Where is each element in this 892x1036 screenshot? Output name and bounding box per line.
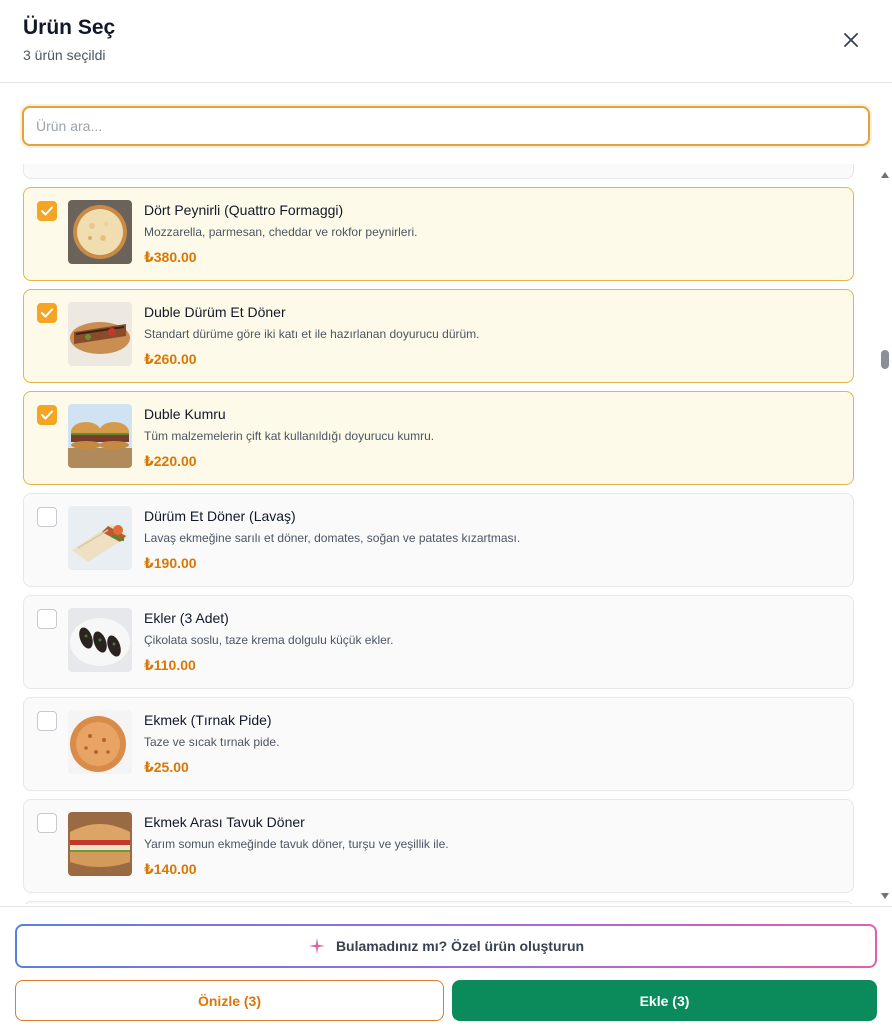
product-image-wrap bbox=[68, 506, 132, 570]
product-description: Yarım somun ekmeğinde tavuk döner, turşu… bbox=[144, 837, 449, 851]
list-item-partial[interactable] bbox=[23, 164, 854, 179]
product-name: Ekmek Arası Tavuk Döner bbox=[144, 814, 305, 830]
product-description: Mozzarella, parmesan, cheddar ve rokfor … bbox=[144, 225, 418, 239]
create-custom-product-inner: Bulamadınız mı? Özel ürün oluşturun bbox=[17, 926, 875, 966]
create-custom-product-button[interactable]: Bulamadınız mı? Özel ürün oluşturun bbox=[15, 924, 877, 968]
product-name: Duble Kumru bbox=[144, 406, 226, 422]
product-image-sandwich bbox=[68, 404, 132, 468]
add-button[interactable]: Ekle (3) bbox=[452, 980, 877, 1021]
product-image-eclair bbox=[68, 608, 132, 672]
check-icon bbox=[41, 308, 53, 318]
search-box bbox=[22, 106, 870, 146]
product-image-pizza bbox=[68, 200, 132, 264]
product-description: Tüm malzemelerin çift kat kullanıldığı d… bbox=[144, 429, 435, 443]
product-checkbox-4[interactable] bbox=[37, 609, 57, 629]
product-name: Duble Dürüm Et Döner bbox=[144, 304, 286, 320]
product-card-0[interactable]: Dört Peynirli (Quattro Formaggi) Mozzare… bbox=[23, 187, 854, 281]
product-image-sandwich bbox=[68, 812, 132, 876]
product-name: Dürüm Et Döner (Lavaş) bbox=[144, 508, 296, 524]
product-checkbox-2[interactable] bbox=[37, 405, 57, 425]
dialog-footer: Bulamadınız mı? Özel ürün oluşturun Öniz… bbox=[0, 906, 892, 1036]
product-name: Ekler (3 Adet) bbox=[144, 610, 229, 626]
product-description: Lavaş ekmeğine sarılı et döner, domates,… bbox=[144, 531, 521, 545]
product-name: Dört Peynirli (Quattro Formaggi) bbox=[144, 202, 344, 218]
search-input[interactable] bbox=[24, 108, 868, 144]
product-list[interactable]: Dört Peynirli (Quattro Formaggi) Mozzare… bbox=[0, 164, 892, 904]
product-price: ₺140.00 bbox=[144, 861, 197, 877]
product-image-wrap bbox=[68, 302, 132, 366]
product-price: ₺380.00 bbox=[144, 249, 197, 265]
list-scrollbar[interactable] bbox=[878, 172, 892, 904]
product-card-3[interactable]: Dürüm Et Döner (Lavaş) Lavaş ekmeğine sa… bbox=[23, 493, 854, 587]
check-icon bbox=[41, 410, 53, 420]
product-price: ₺220.00 bbox=[144, 453, 197, 469]
selection-count: 3 ürün seçildi bbox=[23, 47, 106, 63]
product-checkbox-0[interactable] bbox=[37, 201, 57, 221]
scroll-up-arrow-icon[interactable] bbox=[881, 172, 889, 178]
close-icon bbox=[844, 33, 858, 47]
product-card-1[interactable]: Duble Dürüm Et Döner Standart dürüme gör… bbox=[23, 289, 854, 383]
sparkle-icon bbox=[308, 938, 325, 954]
check-icon bbox=[41, 206, 53, 216]
product-card-6[interactable]: Ekmek Arası Tavuk Döner Yarım somun ekme… bbox=[23, 799, 854, 893]
product-checkbox-3[interactable] bbox=[37, 507, 57, 527]
product-description: Çikolata soslu, taze krema dolgulu küçük… bbox=[144, 633, 394, 647]
list-item-partial[interactable] bbox=[23, 901, 854, 904]
dialog-header: Ürün Seç 3 ürün seçildi bbox=[0, 0, 892, 83]
dialog-title: Ürün Seç bbox=[23, 16, 116, 39]
product-price: ₺260.00 bbox=[144, 351, 197, 367]
product-price: ₺25.00 bbox=[144, 759, 189, 775]
product-checkbox-6[interactable] bbox=[37, 813, 57, 833]
create-custom-product-label: Bulamadınız mı? Özel ürün oluşturun bbox=[335, 938, 585, 954]
product-card-2[interactable]: Duble Kumru Tüm malzemelerin çift kat ku… bbox=[23, 391, 854, 485]
product-price: ₺110.00 bbox=[144, 657, 196, 673]
product-checkbox-1[interactable] bbox=[37, 303, 57, 323]
product-description: Standart dürüme göre iki katı et ile haz… bbox=[144, 327, 480, 341]
product-checkbox-5[interactable] bbox=[37, 711, 57, 731]
product-description: Taze ve sıcak tırnak pide. bbox=[144, 735, 280, 749]
scroll-down-arrow-icon[interactable] bbox=[881, 893, 889, 899]
product-name: Ekmek (Tırnak Pide) bbox=[144, 712, 272, 728]
product-card-4[interactable]: Ekler (3 Adet) Çikolata soslu, taze krem… bbox=[23, 595, 854, 689]
product-price: ₺190.00 bbox=[144, 555, 197, 571]
product-card-5[interactable]: Ekmek (Tırnak Pide) Taze ve sıcak tırnak… bbox=[23, 697, 854, 791]
scroll-thumb[interactable] bbox=[881, 350, 889, 369]
preview-button[interactable]: Önizle (3) bbox=[15, 980, 444, 1021]
close-button[interactable] bbox=[836, 26, 866, 54]
product-image-bread bbox=[68, 710, 132, 774]
